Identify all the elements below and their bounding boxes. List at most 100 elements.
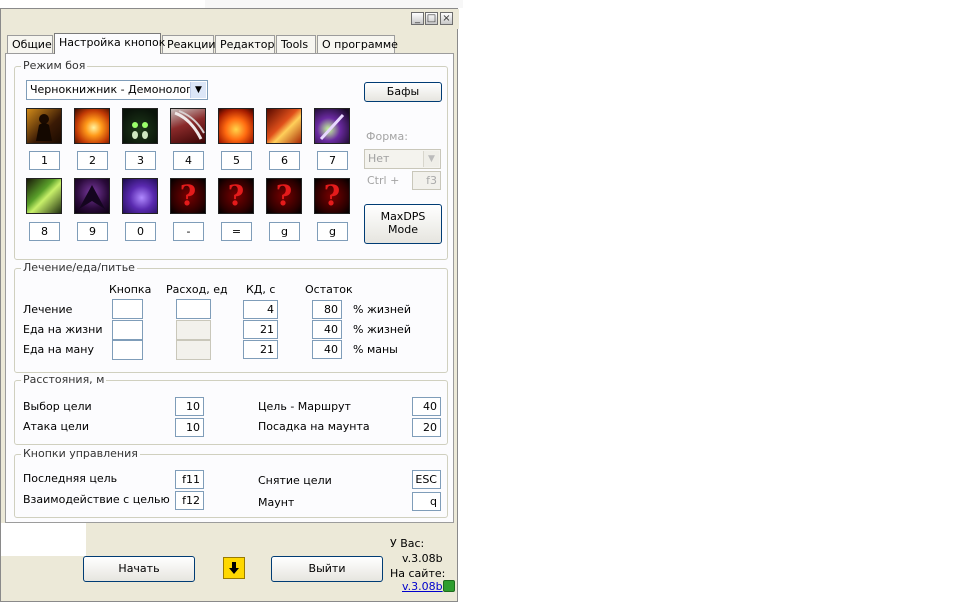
spell-key-6[interactable]: 6 xyxy=(269,151,300,170)
green-corruption-icon[interactable] xyxy=(26,178,62,214)
clear-target-label: Снятие цели xyxy=(258,474,332,487)
warlock-figure-icon[interactable] xyxy=(26,108,62,144)
interact-target-field[interactable]: f12 xyxy=(175,491,204,510)
fire-swirl-icon[interactable] xyxy=(266,108,302,144)
spell-key-5[interactable]: 5 xyxy=(221,151,252,170)
title-bar: _ □ × xyxy=(1,9,459,29)
demon-eyes-icon[interactable] xyxy=(122,108,158,144)
mount-key-field[interactable]: q xyxy=(412,492,441,511)
combat-mode-legend: Режим боя xyxy=(21,59,88,72)
heal-cd-field[interactable]: 4 xyxy=(243,300,278,319)
close-button[interactable]: × xyxy=(440,12,453,25)
minimize-button[interactable]: _ xyxy=(411,12,424,25)
spec-select-value: Чернокнижник - Демонология xyxy=(30,83,206,96)
spell-key-11[interactable]: - xyxy=(173,222,204,241)
combat-mode-group: Режим боя Чернокнижник - Демонология ▼ 1… xyxy=(14,59,448,260)
control-keys-group: Кнопки управления Последняя цель f11 Вза… xyxy=(14,447,448,518)
heal-consume-field[interactable] xyxy=(176,299,211,319)
spell-key-12[interactable]: = xyxy=(221,222,252,241)
on-site-label: На сайте: xyxy=(390,567,446,580)
spell-key-8[interactable]: 8 xyxy=(29,222,60,241)
heal-food-group: Лечение/еда/питье Кнопка Расход, ед КД, … xyxy=(14,261,448,373)
last-target-field[interactable]: f11 xyxy=(175,470,204,489)
spell-key-3[interactable]: 3 xyxy=(125,151,156,170)
ctrl-key-field[interactable]: f3 xyxy=(412,171,441,190)
tab-panel: Режим боя Чернокнижник - Демонология ▼ 1… xyxy=(5,53,454,523)
maxdps-button-line2: Mode xyxy=(388,223,418,236)
shadow-bolt-icon[interactable] xyxy=(314,108,350,144)
food-hp-key-field[interactable] xyxy=(112,320,143,340)
heal-row-label: Лечение xyxy=(23,303,73,316)
purple-hand-icon[interactable] xyxy=(122,178,158,214)
food-hp-unit: % жизней xyxy=(353,323,411,336)
spell-key-10[interactable]: 0 xyxy=(125,222,156,241)
target-route-field[interactable]: 40 xyxy=(412,397,441,416)
mount-distance-field[interactable]: 20 xyxy=(412,418,441,437)
tab-button-setup[interactable]: Настройка кнопок xyxy=(54,33,165,54)
interact-target-label: Взаимодействие с целью xyxy=(23,493,170,506)
distances-legend: Расстояния, м xyxy=(21,373,107,386)
heal-remaining-field[interactable]: 80 xyxy=(312,300,342,319)
question-mark-icon[interactable]: ? xyxy=(314,178,350,214)
fireball-icon[interactable] xyxy=(74,108,110,144)
question-mark-icon[interactable]: ? xyxy=(266,178,302,214)
heal-unit: % жизней xyxy=(353,303,411,316)
attack-target-field[interactable]: 10 xyxy=(175,418,204,437)
maxdps-mode-button[interactable]: MaxDPS Mode xyxy=(364,204,442,244)
last-target-label: Последняя цель xyxy=(23,472,118,485)
clear-target-field[interactable]: ESC xyxy=(412,470,441,489)
header-key: Кнопка xyxy=(109,283,152,296)
heal-key-field[interactable] xyxy=(112,299,143,319)
exit-button[interactable]: Выйти xyxy=(271,556,383,582)
attack-target-label: Атака цели xyxy=(23,420,89,433)
buffs-button[interactable]: Бафы xyxy=(364,82,442,102)
refresh-icon[interactable] xyxy=(443,580,455,592)
spell-key-9[interactable]: 9 xyxy=(77,222,108,241)
chevron-down-icon: ▼ xyxy=(190,82,206,98)
food-mana-cd-field[interactable]: 21 xyxy=(243,340,278,359)
question-mark-icon[interactable]: ? xyxy=(170,178,206,214)
main-window: _ □ × Общие Настройка кнопок Реакции Ред… xyxy=(0,8,459,602)
tab-general[interactable]: Общие xyxy=(7,35,53,53)
spell-key-4[interactable]: 4 xyxy=(173,151,204,170)
food-hp-consume-field xyxy=(176,320,211,340)
tab-reactions[interactable]: Реакции xyxy=(162,35,216,53)
buffs-button-label: Бафы xyxy=(386,85,420,98)
spell-key-2[interactable]: 2 xyxy=(77,151,108,170)
chevron-down-icon: ▼ xyxy=(423,151,439,167)
header-consume: Расход, ед xyxy=(166,283,228,296)
header-remaining: Остаток xyxy=(305,283,353,296)
distances-group: Расстояния, м Выбор цели 10 Атака цели 1… xyxy=(14,373,448,445)
background-window-edge xyxy=(205,0,463,8)
food-mana-key-field[interactable] xyxy=(112,340,143,360)
control-keys-legend: Кнопки управления xyxy=(21,447,140,460)
bloody-claw-icon[interactable] xyxy=(170,108,206,144)
form-select-value: Нет xyxy=(368,152,390,165)
spell-key-7[interactable]: 7 xyxy=(317,151,348,170)
question-mark-icon[interactable]: ? xyxy=(218,178,254,214)
local-version: v.3.08b xyxy=(402,552,443,565)
you-have-label: У Вас: xyxy=(390,537,425,550)
form-select[interactable]: Нет ▼ xyxy=(364,149,441,169)
form-label: Форма: xyxy=(366,130,408,143)
maximize-button[interactable]: □ xyxy=(425,12,438,25)
flame-burst-icon[interactable] xyxy=(218,108,254,144)
food-hp-cd-field[interactable]: 21 xyxy=(243,320,278,339)
food-mana-remaining-field[interactable]: 40 xyxy=(312,340,342,359)
tab-about[interactable]: О программе xyxy=(317,35,398,53)
site-version-link[interactable]: v.3.08b xyxy=(402,580,443,593)
tab-tools[interactable]: Tools xyxy=(276,35,316,53)
heal-food-legend: Лечение/еда/питье xyxy=(21,261,137,274)
spell-key-13[interactable]: g xyxy=(269,222,300,241)
spell-key-1[interactable]: 1 xyxy=(29,151,60,170)
tab-editor[interactable]: Редактор xyxy=(215,35,275,53)
mount-distance-label: Посадка на маунта xyxy=(258,420,370,433)
food-mana-consume-field xyxy=(176,340,211,360)
spell-key-14[interactable]: g xyxy=(317,222,348,241)
food-hp-remaining-field[interactable]: 40 xyxy=(312,320,342,339)
target-select-field[interactable]: 10 xyxy=(175,397,204,416)
arrow-down-icon[interactable] xyxy=(223,557,245,579)
dark-wings-icon[interactable] xyxy=(74,178,110,214)
start-button[interactable]: Начать xyxy=(83,556,195,582)
spec-select[interactable]: Чернокнижник - Демонология ▼ xyxy=(26,80,208,100)
